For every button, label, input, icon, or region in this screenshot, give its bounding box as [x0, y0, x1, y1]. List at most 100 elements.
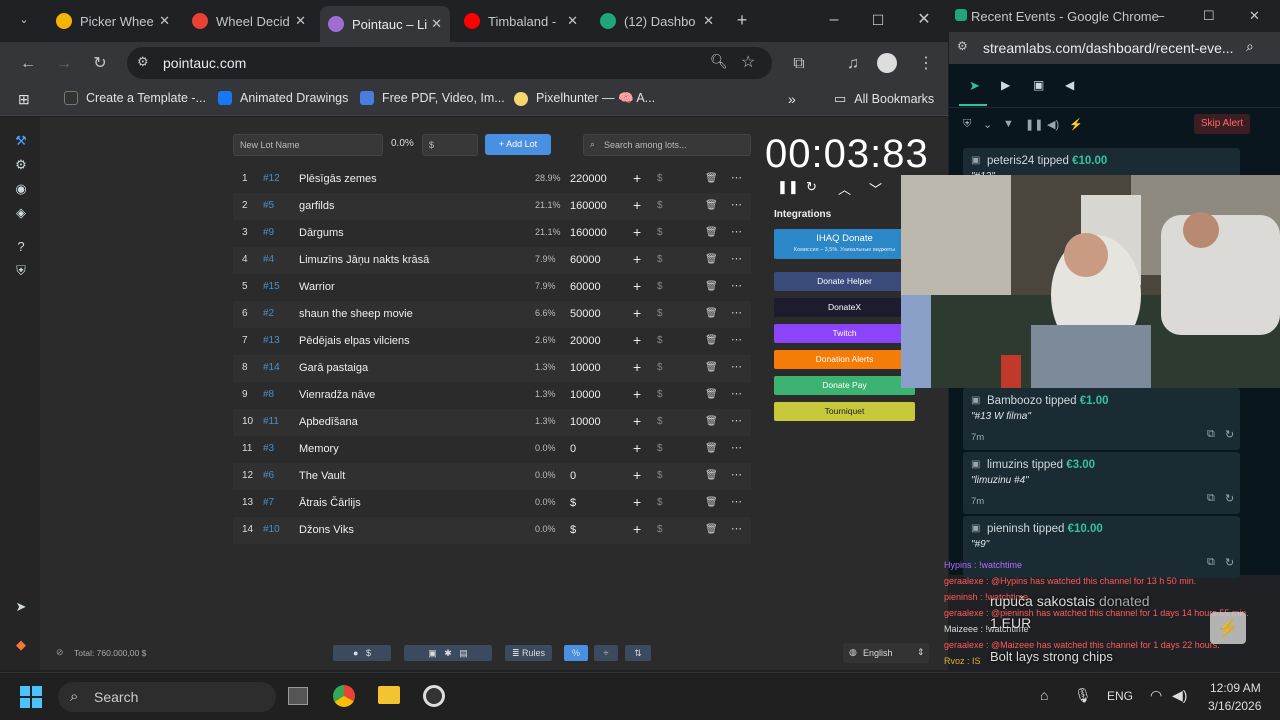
maximize-button[interactable]: ☐ — [866, 8, 890, 32]
lot-amount[interactable]: 20000 — [570, 335, 601, 347]
send-icon[interactable]: ➤ — [969, 78, 980, 94]
lot-amount[interactable]: 60000 — [570, 281, 601, 293]
minimize-button[interactable]: – — [822, 8, 846, 32]
add-amount-icon[interactable]: + — [633, 251, 641, 267]
lot-row[interactable]: 4 #4 Limuzīns Jāņu nakts krāsā 7.9% 60000 + $ 🗑… — [233, 247, 751, 274]
add-amount-icon[interactable]: + — [633, 278, 641, 294]
play-icon[interactable]: ▶ — [1001, 78, 1010, 92]
bookmarks-overflow-icon[interactable]: » — [788, 91, 796, 107]
chevron-up-icon[interactable]: ︿ — [838, 179, 851, 198]
megaphone-icon[interactable]: ◀ — [1065, 78, 1074, 92]
dollar-icon[interactable]: $ — [657, 254, 663, 265]
telegram-icon[interactable]: ➤ — [13, 599, 29, 615]
lot-row[interactable]: 11 #3 Memory 0.0% 0 + $ 🗑︎ ⋯ — [233, 436, 751, 463]
lot-amount[interactable]: 0 — [570, 470, 576, 482]
visibility-icon[interactable]: ⊘ — [56, 647, 64, 658]
integration-donatex-button[interactable]: DonateX — [774, 298, 915, 317]
lot-name[interactable]: The Vault — [299, 470, 345, 482]
streamlabs-urlbar[interactable]: ⚙ streamlabs.com/dashboard/recent-eve...… — [949, 32, 1280, 64]
integration-twitch-button[interactable]: Twitch — [774, 324, 915, 343]
chevron-down-icon[interactable]: ⌄ — [983, 118, 992, 131]
lot-name[interactable]: Vienradža nāve — [299, 389, 375, 401]
lot-amount[interactable]: 10000 — [570, 362, 601, 374]
volume-icon[interactable]: ◀) — [1047, 118, 1059, 131]
address-bar[interactable]: ⚙ pointauc.com 🔍︎ ☆ — [127, 47, 772, 79]
delete-icon[interactable]: 🗑︎ — [705, 335, 718, 346]
file-explorer-icon[interactable] — [378, 686, 400, 704]
delete-icon[interactable]: 🗑︎ — [705, 443, 718, 454]
shield-icon[interactable]: ⛨ — [13, 263, 29, 279]
tab-close-icon[interactable]: ✕ — [295, 13, 306, 29]
lot-name[interactable]: Garā pastaiga — [299, 362, 368, 374]
extensions-icon[interactable]: ⧉ — [787, 52, 811, 76]
add-amount-icon[interactable]: + — [633, 440, 641, 456]
add-amount-icon[interactable]: + — [633, 521, 641, 537]
amount-input[interactable]: $ — [422, 134, 478, 156]
more-icon[interactable]: ⋯ — [731, 414, 742, 427]
lot-name[interactable]: Plēsīgās zemes — [299, 173, 377, 185]
lot-name[interactable]: Limuzīns Jāņu nakts krāsā — [299, 254, 429, 266]
lot-amount[interactable]: 10000 — [570, 389, 601, 401]
mute-icon[interactable]: ⚡ — [1069, 118, 1083, 131]
lot-row[interactable]: 5 #15 Warrior 7.9% 60000 + $ 🗑︎ ⋯ — [233, 274, 751, 301]
input-language[interactable]: ENG — [1107, 689, 1133, 703]
more-icon[interactable]: ⋯ — [731, 252, 742, 265]
lot-amount[interactable]: $ — [570, 497, 576, 509]
dollar-icon[interactable]: $ — [657, 227, 663, 238]
shield-icon[interactable]: ⛨ — [963, 118, 971, 131]
replay-icon[interactable]: ↻ — [1225, 492, 1234, 505]
lot-amount[interactable]: $ — [570, 524, 576, 536]
new-lot-name-input[interactable]: New Lot Name — [233, 134, 383, 156]
copy-icon[interactable]: ⧉ — [1207, 492, 1215, 505]
delete-icon[interactable]: 🗑︎ — [705, 470, 718, 481]
integration-ihaq-donate-button[interactable]: IHAQ Donate Комиссия – 3,5%. Уникальные в… — [774, 229, 915, 259]
lot-amount[interactable]: 0 — [570, 443, 576, 455]
delete-icon[interactable]: 🗑︎ — [705, 281, 718, 292]
split-toggle[interactable]: ÷ — [594, 645, 618, 661]
back-icon[interactable]: ← — [16, 52, 40, 76]
percent-toggle[interactable]: % — [564, 645, 588, 661]
start-icon[interactable] — [20, 686, 42, 708]
integration-tourniquet-button[interactable]: Tourniquet — [774, 402, 915, 421]
add-amount-icon[interactable]: + — [633, 494, 641, 510]
wheel-icon[interactable]: ◉ — [13, 181, 29, 197]
tab-1[interactable]: Wheel Decid ✕ — [184, 6, 314, 36]
dollar-icon[interactable]: $ — [657, 362, 663, 373]
lot-name[interactable]: Warrior — [299, 281, 335, 293]
lot-row[interactable]: 2 #5 garfilds 21.1% 160000 + $ 🗑︎ ⋯ — [233, 193, 751, 220]
dollar-icon[interactable]: $ — [657, 281, 663, 292]
more-icon[interactable]: ⋯ — [731, 387, 742, 400]
chrome-icon[interactable] — [333, 685, 355, 707]
more-icon[interactable]: ⋯ — [731, 171, 742, 184]
rules-button[interactable]: ≣ Rules — [505, 645, 552, 661]
bookmark-3[interactable]: Pixelhunter — 🧠 A... — [514, 91, 655, 106]
more-icon[interactable]: ⋯ — [731, 306, 742, 319]
more-icon[interactable]: ⋯ — [731, 468, 742, 481]
lot-amount[interactable]: 60000 — [570, 254, 601, 266]
lot-amount[interactable]: 160000 — [570, 227, 607, 239]
delete-icon[interactable]: 🗑︎ — [705, 227, 718, 238]
add-amount-icon[interactable]: + — [633, 305, 641, 321]
tab-2[interactable]: Pointauc – Li ✕ — [320, 6, 450, 42]
zoom-icon[interactable]: ⌕ — [1246, 38, 1254, 55]
lot-row[interactable]: 14 #10 Džons Viks 0.0% $ + $ 🗑︎ ⋯ — [233, 517, 751, 544]
minimize-button[interactable]: – — [1157, 8, 1164, 23]
dollar-icon[interactable]: $ — [657, 389, 663, 400]
add-amount-icon[interactable]: + — [633, 386, 641, 402]
more-icon[interactable]: ⋯ — [731, 522, 742, 535]
restart-icon[interactable]: ↻ — [806, 179, 817, 195]
skip-alert-button[interactable]: Skip Alert — [1194, 114, 1250, 134]
more-icon[interactable]: ⋯ — [731, 279, 742, 292]
layers-icon[interactable]: ◈ — [13, 205, 29, 221]
wifi-icon[interactable]: ◠ — [1150, 687, 1162, 704]
maximize-button[interactable]: ☐ — [1203, 8, 1215, 24]
lot-amount[interactable]: 160000 — [570, 200, 607, 212]
replay-icon[interactable]: ↻ — [1225, 428, 1234, 441]
add-amount-icon[interactable]: + — [633, 170, 641, 186]
gift-icon[interactable]: ▣ — [1033, 78, 1044, 92]
search-lots-input[interactable]: ⌕ Search among lots... — [583, 134, 751, 156]
task-view-icon[interactable] — [288, 687, 308, 705]
delete-icon[interactable]: 🗑︎ — [705, 173, 718, 184]
tab-close-icon[interactable]: ✕ — [703, 13, 714, 29]
tab-close-icon[interactable]: ✕ — [567, 13, 578, 29]
